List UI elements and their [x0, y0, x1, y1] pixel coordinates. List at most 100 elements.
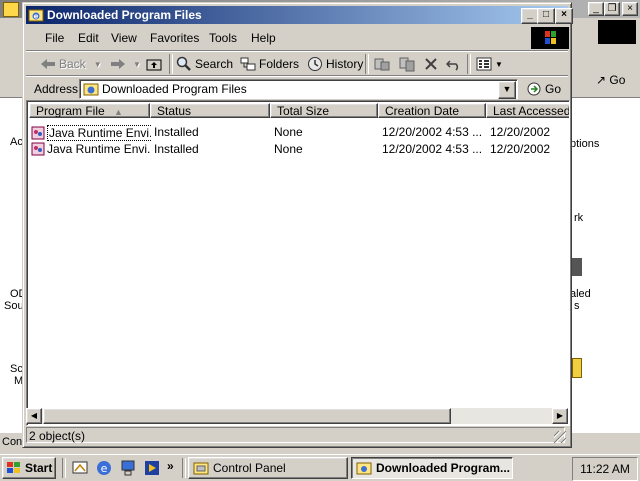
resize-grip-icon[interactable] — [554, 431, 566, 443]
background-go-button[interactable]: ↗ Go — [592, 70, 636, 90]
maximize-button[interactable]: □ — [537, 8, 555, 24]
status-text: 2 object(s) — [26, 427, 565, 443]
address-label: Address — [34, 82, 79, 96]
copy-to-button[interactable] — [398, 55, 419, 73]
show-desktop-icon[interactable] — [71, 459, 89, 477]
address-value: Downloaded Program Files — [102, 82, 247, 96]
undo-icon — [446, 60, 459, 71]
menu-help[interactable]: Help — [251, 31, 276, 45]
svg-text:e: e — [34, 13, 39, 21]
total-size-cell: None — [274, 125, 303, 139]
background-fragment: Sou — [4, 300, 24, 312]
creation-date-cell: 12/20/2002 4:53 ... — [382, 125, 482, 139]
back-arrow-icon — [41, 59, 55, 69]
window-title: Downloaded Program Files — [47, 8, 202, 22]
background-fragment: Sc — [10, 363, 23, 375]
history-button[interactable]: History — [307, 55, 363, 73]
folder-ie-icon: e — [28, 9, 44, 22]
history-icon — [308, 57, 322, 71]
background-fragment: Ac — [10, 136, 23, 148]
address-input[interactable]: Downloaded Program Files ▼ — [79, 79, 518, 99]
column-header-status[interactable]: Status — [150, 103, 270, 118]
status-cell: Installed — [154, 125, 199, 139]
control-panel-icon — [3, 2, 19, 17]
folder-icon — [572, 358, 582, 378]
folders-button[interactable]: Folders — [240, 55, 299, 73]
program-file-name: Java Runtime Envi... — [47, 142, 151, 156]
copy-to-icon — [399, 57, 415, 72]
up-folder-button[interactable] — [146, 55, 165, 73]
start-button[interactable]: Start — [2, 457, 56, 479]
up-folder-icon — [146, 59, 162, 71]
control-panel-icon — [193, 462, 209, 475]
column-headers: Program File ▲ Status Total Size Creatio… — [29, 103, 569, 120]
background-fragment: ptions — [570, 138, 600, 150]
scroll-thumb[interactable] — [43, 408, 451, 424]
last-accessed-cell: 12/20/2002 — [490, 142, 551, 156]
task-downloaded-program-files[interactable]: Downloaded Program... — [351, 457, 513, 479]
back-button[interactable]: Back ▼ — [40, 55, 102, 73]
program-file-name: Java Runtime Envi... — [47, 125, 151, 141]
background-fragment: rk — [574, 212, 584, 224]
activex-control-icon — [31, 142, 45, 156]
taskbar: Start e » Control Panel Downloaded Progr… — [0, 453, 640, 481]
creation-date-cell: 12/20/2002 4:53 ... — [382, 142, 482, 156]
folders-icon — [240, 57, 256, 71]
media-player-icon[interactable] — [143, 459, 161, 477]
delete-icon — [425, 58, 437, 70]
column-header-program-file[interactable]: Program File ▲ — [29, 103, 150, 118]
network-icon — [572, 258, 582, 276]
close-icon[interactable]: × — [622, 2, 638, 16]
internet-explorer-icon[interactable]: e — [95, 459, 113, 477]
background-fragment: s — [574, 300, 580, 312]
delete-button[interactable] — [424, 55, 441, 73]
network-connections-icon[interactable] — [119, 459, 137, 477]
task-control-panel[interactable]: Control Panel — [188, 457, 348, 479]
svg-text:e: e — [101, 462, 108, 475]
views-button[interactable]: ▼ — [476, 55, 503, 73]
minimize-icon[interactable]: _ — [588, 2, 604, 16]
column-header-total-size[interactable]: Total Size — [270, 103, 378, 118]
program-file-list: Program File ▲ Status Total Size Creatio… — [26, 100, 570, 426]
status-cell: Installed — [154, 142, 199, 156]
address-dropdown-button[interactable]: ▼ — [498, 81, 516, 99]
standard-toolbar: Back ▼ ▼ Search Folders History ▼ — [26, 50, 568, 75]
column-header-creation-date[interactable]: Creation Date — [378, 103, 486, 118]
activex-control-icon — [31, 126, 45, 140]
forward-button[interactable]: ▼ — [110, 55, 141, 73]
horizontal-scrollbar[interactable]: ◀ ▶ — [26, 408, 568, 424]
go-button[interactable]: Go — [526, 80, 566, 98]
menu-favorites[interactable]: Favorites — [150, 31, 199, 45]
search-button[interactable]: Search — [176, 55, 233, 73]
folder-ie-icon — [356, 462, 372, 475]
menu-tools[interactable]: Tools — [209, 31, 237, 45]
windows-logo-icon — [598, 20, 636, 44]
windows-logo-icon — [531, 27, 569, 49]
address-bar: Address Downloaded Program Files ▼ Go — [26, 75, 568, 100]
title-bar[interactable]: e Downloaded Program Files _ □ × — [26, 6, 573, 24]
menu-edit[interactable]: Edit — [78, 31, 99, 45]
restore-icon[interactable]: ❐ — [604, 2, 620, 16]
windows-flag-icon — [7, 462, 20, 473]
list-item[interactable]: Java Runtime Envi... Installed None 12/2… — [29, 123, 569, 141]
forward-arrow-icon — [111, 59, 125, 69]
menu-file[interactable]: File — [45, 31, 64, 45]
background-fragment: aled — [570, 288, 591, 300]
menu-view[interactable]: View — [111, 31, 137, 45]
quick-launch-more[interactable]: » — [167, 459, 174, 473]
last-accessed-cell: 12/20/2002 — [490, 125, 551, 139]
list-item[interactable]: Java Runtime Envi... Installed None 12/2… — [29, 140, 569, 157]
undo-button[interactable] — [446, 55, 465, 73]
close-button[interactable]: × — [555, 8, 573, 24]
total-size-cell: None — [274, 142, 303, 156]
scroll-right-button[interactable]: ▶ — [552, 408, 568, 424]
menu-bar: File Edit View Favorites Tools Help — [26, 27, 530, 47]
system-tray-clock[interactable]: 11:22 AM — [572, 457, 638, 481]
column-header-last-accessed[interactable]: Last Accessed — [486, 103, 569, 118]
scroll-left-button[interactable]: ◀ — [26, 408, 42, 424]
views-icon — [476, 57, 492, 71]
move-to-button[interactable] — [373, 55, 394, 73]
folder-ie-icon — [83, 83, 99, 96]
move-to-icon — [374, 58, 390, 71]
search-icon — [176, 56, 191, 71]
